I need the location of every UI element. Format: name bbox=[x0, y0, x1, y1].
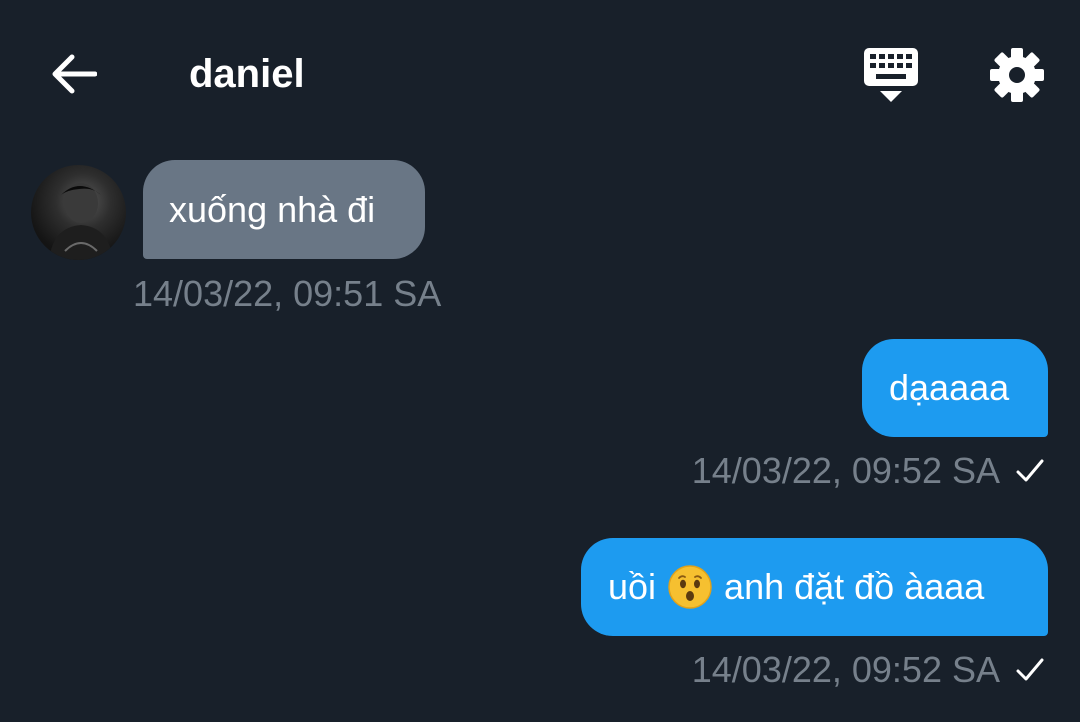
chat-header: daniel bbox=[0, 0, 1080, 145]
message-bubble-outgoing[interactable]: uồi anh đặt đồ àaaa bbox=[581, 538, 1048, 636]
message-text-after-emoji: anh đặt đồ àaaa bbox=[724, 566, 985, 607]
sent-check-icon bbox=[1016, 459, 1044, 482]
message-timestamp: 14/03/22, 09:52 SA bbox=[691, 450, 1000, 491]
arrow-left-icon bbox=[52, 54, 97, 94]
keyboard-icon bbox=[864, 48, 918, 102]
message-text: xuống nhà đi bbox=[169, 188, 376, 230]
conversation-title[interactable]: daniel bbox=[189, 48, 305, 100]
message-text-before-emoji: uồi bbox=[608, 566, 657, 607]
message-text: dạaaaa bbox=[889, 367, 1010, 408]
keyboard-toggle-button[interactable] bbox=[860, 44, 922, 106]
avatar[interactable] bbox=[31, 165, 126, 260]
settings-button[interactable] bbox=[988, 46, 1046, 104]
message-timestamp: 14/03/22, 09:51 SA bbox=[133, 273, 442, 314]
message-bubble-incoming[interactable]: xuống nhà đi bbox=[143, 160, 425, 259]
message-timestamp: 14/03/22, 09:52 SA bbox=[691, 649, 1000, 690]
gear-icon bbox=[990, 48, 1044, 102]
sent-check-icon bbox=[1016, 658, 1044, 681]
message-bubble-outgoing[interactable]: dạaaaa bbox=[862, 339, 1048, 437]
hushed-face-emoji bbox=[668, 565, 712, 609]
back-button[interactable] bbox=[48, 48, 100, 100]
profile-photo bbox=[49, 183, 113, 260]
